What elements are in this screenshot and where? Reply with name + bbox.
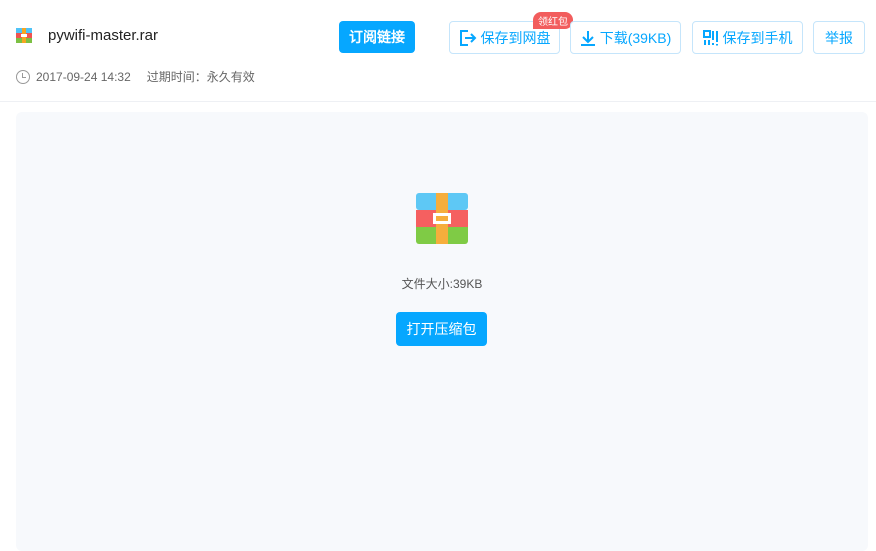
file-meta: 2017-09-24 14:32 过期时间：永久有效 [16,68,255,85]
upload-date: 2017-09-24 14:32 [36,69,131,84]
report-button[interactable]: 举报 [813,21,865,54]
save-to-phone-label: 保存到手机 [722,29,793,46]
download-label: 下载(39KB) [599,29,672,46]
rar-file-icon [16,28,32,43]
expire-time: 过期时间：永久有效 [146,70,255,84]
file-preview-panel: 文件大小:39KB 打开压缩包 [16,112,868,551]
download-button[interactable]: 下载(39KB) [570,21,681,54]
file-name: pywifi-master.rar [48,27,159,44]
save-export-icon [459,29,476,46]
save-to-phone-button[interactable]: 保存到手机 [692,21,803,54]
rar-archive-icon [416,193,468,244]
open-archive-button[interactable]: 打开压缩包 [396,312,487,346]
file-header: pywifi-master.rar 2017-09-24 14:32 过期时间：… [0,0,876,102]
red-packet-badge[interactable]: 领红包 [533,12,573,29]
subscribe-button[interactable]: 订阅链接 [339,21,415,53]
save-to-cloud-label: 保存到网盘 [480,29,551,46]
download-icon [580,30,595,46]
qrcode-icon [702,29,718,45]
file-size: 文件大小:39KB [401,277,483,291]
clock-icon [16,69,30,84]
